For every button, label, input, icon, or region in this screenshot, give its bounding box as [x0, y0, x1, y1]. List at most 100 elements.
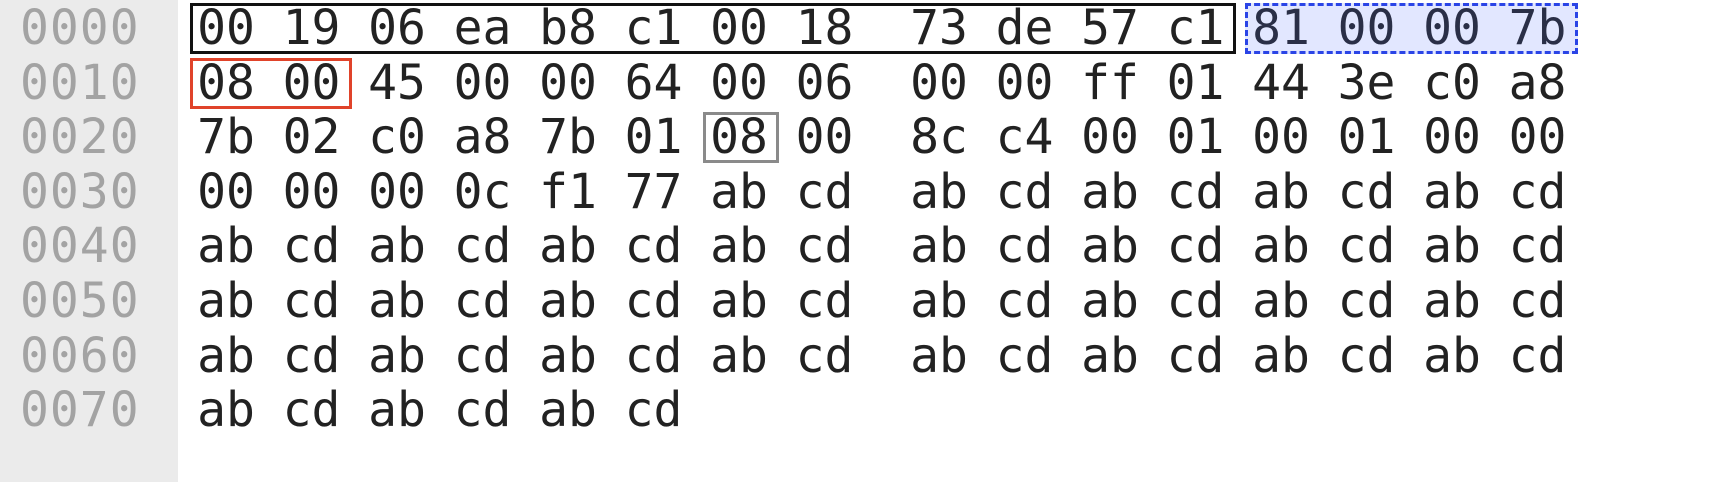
- hex-byte[interactable]: ab: [1241, 162, 1321, 222]
- hex-byte[interactable]: 57: [1070, 0, 1150, 58]
- hex-byte[interactable]: cd: [614, 271, 694, 331]
- hex-byte[interactable]: 00: [699, 53, 779, 113]
- hex-byte[interactable]: 64: [614, 53, 694, 113]
- hex-byte[interactable]: 19: [272, 0, 352, 58]
- hex-byte[interactable]: 7b: [186, 107, 266, 167]
- hex-byte[interactable]: 00: [699, 0, 779, 58]
- hex-byte[interactable]: ab: [357, 271, 437, 331]
- hex-byte[interactable]: ab: [899, 326, 979, 386]
- hex-byte[interactable]: cd: [1156, 216, 1236, 276]
- hex-byte[interactable]: ab: [899, 271, 979, 331]
- hex-byte[interactable]: cd: [785, 162, 865, 222]
- hex-byte[interactable]: a8: [1498, 53, 1578, 113]
- hex-byte[interactable]: cd: [985, 216, 1065, 276]
- hex-byte[interactable]: 00: [1070, 107, 1150, 167]
- hex-byte[interactable]: ab: [1412, 271, 1492, 331]
- hex-byte[interactable]: cd: [614, 326, 694, 386]
- hex-byte[interactable]: cd: [1327, 216, 1407, 276]
- hex-byte[interactable]: cd: [1156, 271, 1236, 331]
- hex-byte[interactable]: cd: [1327, 162, 1407, 222]
- hex-byte[interactable]: cd: [272, 380, 352, 440]
- hex-byte[interactable]: 00: [272, 53, 352, 113]
- hex-byte[interactable]: 01: [614, 107, 694, 167]
- hex-byte[interactable]: cd: [785, 326, 865, 386]
- hex-byte[interactable]: c0: [357, 107, 437, 167]
- hex-byte[interactable]: b8: [528, 0, 608, 58]
- hex-byte[interactable]: f1: [528, 162, 608, 222]
- hex-byte[interactable]: ab: [699, 216, 779, 276]
- hex-byte[interactable]: cd: [443, 326, 523, 386]
- hex-byte[interactable]: cd: [272, 326, 352, 386]
- hex-byte[interactable]: ab: [186, 326, 266, 386]
- hex-byte[interactable]: ab: [1241, 271, 1321, 331]
- hex-byte[interactable]: 06: [357, 0, 437, 58]
- hex-byte[interactable]: cd: [443, 380, 523, 440]
- hex-byte[interactable]: 00: [443, 53, 523, 113]
- hex-byte[interactable]: ab: [528, 271, 608, 331]
- hex-byte[interactable]: 0c: [443, 162, 523, 222]
- hex-byte[interactable]: ab: [1241, 216, 1321, 276]
- hex-byte[interactable]: 7b: [1498, 0, 1578, 58]
- hex-byte[interactable]: ea: [443, 0, 523, 58]
- hex-byte[interactable]: 77: [614, 162, 694, 222]
- hex-byte[interactable]: ab: [699, 162, 779, 222]
- hex-byte[interactable]: cd: [985, 326, 1065, 386]
- hex-byte[interactable]: 01: [1156, 53, 1236, 113]
- hex-byte[interactable]: cd: [272, 216, 352, 276]
- hex-byte[interactable]: cd: [614, 380, 694, 440]
- hex-byte[interactable]: cd: [272, 271, 352, 331]
- hex-byte[interactable]: ab: [899, 162, 979, 222]
- hex-byte[interactable]: ab: [1412, 162, 1492, 222]
- hex-byte[interactable]: 00: [186, 162, 266, 222]
- hex-byte[interactable]: ab: [357, 326, 437, 386]
- hex-byte[interactable]: ab: [1070, 326, 1150, 386]
- hex-byte[interactable]: 45: [357, 53, 437, 113]
- hex-byte[interactable]: 00: [186, 0, 266, 58]
- hex-byte[interactable]: c1: [614, 0, 694, 58]
- hex-byte[interactable]: ab: [1412, 326, 1492, 386]
- hex-byte[interactable]: cd: [985, 162, 1065, 222]
- hex-byte[interactable]: cd: [614, 216, 694, 276]
- hex-byte[interactable]: 18: [785, 0, 865, 58]
- hex-byte[interactable]: 00: [985, 53, 1065, 113]
- hex-byte[interactable]: 7b: [528, 107, 608, 167]
- hex-byte[interactable]: ab: [699, 271, 779, 331]
- hex-byte[interactable]: 00: [1498, 107, 1578, 167]
- hex-byte[interactable]: 3e: [1327, 53, 1407, 113]
- hex-byte[interactable]: 8c: [899, 107, 979, 167]
- hex-byte[interactable]: ab: [528, 380, 608, 440]
- hex-byte[interactable]: cd: [1156, 326, 1236, 386]
- hex-byte[interactable]: cd: [1327, 326, 1407, 386]
- hex-byte[interactable]: 02: [272, 107, 352, 167]
- hex-byte[interactable]: cd: [1156, 162, 1236, 222]
- hex-byte[interactable]: 73: [899, 0, 979, 58]
- hex-byte[interactable]: cd: [443, 216, 523, 276]
- hex-byte[interactable]: ab: [1241, 326, 1321, 386]
- hex-byte[interactable]: 81: [1241, 0, 1321, 58]
- hex-byte[interactable]: 08: [186, 53, 266, 113]
- hex-byte[interactable]: cd: [985, 271, 1065, 331]
- hex-byte[interactable]: ab: [186, 380, 266, 440]
- hex-byte[interactable]: ab: [1070, 216, 1150, 276]
- hex-byte[interactable]: cd: [1498, 162, 1578, 222]
- hex-byte[interactable]: ab: [186, 216, 266, 276]
- hex-byte[interactable]: cd: [785, 216, 865, 276]
- hex-byte[interactable]: 00: [785, 107, 865, 167]
- hex-byte[interactable]: cd: [1498, 326, 1578, 386]
- hex-byte[interactable]: 00: [1412, 107, 1492, 167]
- hex-byte[interactable]: ab: [1412, 216, 1492, 276]
- hex-byte[interactable]: 00: [899, 53, 979, 113]
- hex-byte[interactable]: cd: [785, 271, 865, 331]
- hex-byte[interactable]: 01: [1156, 107, 1236, 167]
- hex-byte[interactable]: 06: [785, 53, 865, 113]
- hex-byte[interactable]: c0: [1412, 53, 1492, 113]
- hex-byte[interactable]: 44: [1241, 53, 1321, 113]
- hex-byte[interactable]: cd: [1498, 271, 1578, 331]
- hex-byte[interactable]: 01: [1327, 107, 1407, 167]
- hex-byte[interactable]: cd: [1327, 271, 1407, 331]
- hex-byte[interactable]: 00: [357, 162, 437, 222]
- hex-byte[interactable]: 00: [528, 53, 608, 113]
- hex-byte[interactable]: cd: [1498, 216, 1578, 276]
- hex-byte[interactable]: 00: [1241, 107, 1321, 167]
- hex-byte[interactable]: ab: [1070, 162, 1150, 222]
